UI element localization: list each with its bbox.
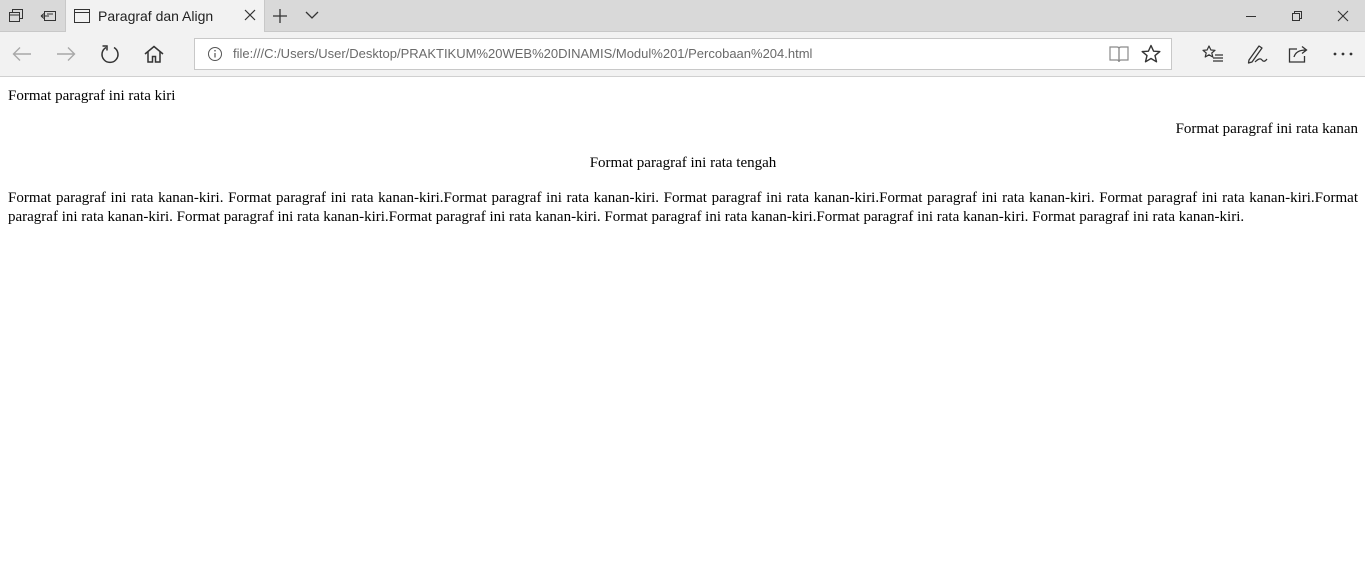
tab-list-icon <box>305 10 319 20</box>
back-icon <box>12 46 32 62</box>
paragraph-center-aligned: Format paragraf ini rata tengah <box>589 155 777 171</box>
minimize-icon <box>1245 10 1257 22</box>
set-aside-tabs-icon <box>40 9 56 23</box>
new-tab-button[interactable] <box>272 8 288 24</box>
more-icon <box>1333 52 1353 56</box>
address-bar[interactable]: file:///C:/Users/User/Desktop/PRAKTIKUM%… <box>194 38 1172 70</box>
paragraph-right-aligned: Format paragraf ini rata kanan <box>1175 121 1358 137</box>
info-icon[interactable] <box>207 46 223 62</box>
tab-title: Paragraf dan Align <box>98 8 214 24</box>
pen-icon <box>1246 44 1268 64</box>
refresh-icon <box>100 44 120 64</box>
minimize-button[interactable] <box>1228 0 1274 32</box>
tabs-overview-icon <box>9 9 23 23</box>
favorites-hub-button[interactable] <box>1191 32 1235 76</box>
share-button[interactable] <box>1277 32 1321 76</box>
home-button[interactable] <box>132 32 176 76</box>
tab-strip: Paragraf dan Align <box>0 0 1365 32</box>
paragraph-justified: Format paragraf ini rata kanan-kiri. For… <box>8 190 1358 225</box>
restore-icon <box>1291 10 1303 22</box>
paragraph-left-aligned: Format paragraf ini rata kiri <box>8 88 176 104</box>
new-tab-icon <box>272 8 288 24</box>
page-icon <box>74 9 90 23</box>
refresh-button[interactable] <box>88 32 132 76</box>
active-tab[interactable]: Paragraf dan Align <box>65 0 265 32</box>
notes-button[interactable] <box>1235 32 1279 76</box>
share-icon <box>1288 45 1310 63</box>
close-window-button[interactable] <box>1320 0 1365 32</box>
set-aside-tabs-button[interactable] <box>32 0 64 32</box>
url-text[interactable]: file:///C:/Users/User/Desktop/PRAKTIKUM%… <box>233 46 812 61</box>
close-window-icon <box>1337 10 1349 22</box>
forward-icon <box>56 46 76 62</box>
page-content: Format paragraf ini rata kiri Format par… <box>0 78 1365 583</box>
close-tab-button[interactable] <box>244 9 256 21</box>
reading-view-icon[interactable] <box>1109 45 1129 63</box>
browser-toolbar: file:///C:/Users/User/Desktop/PRAKTIKUM%… <box>0 32 1365 77</box>
home-icon <box>144 45 164 63</box>
close-tab-icon <box>244 9 256 21</box>
back-button[interactable] <box>0 32 44 76</box>
favorite-star-icon[interactable] <box>1141 44 1161 64</box>
tab-list-button[interactable] <box>305 10 319 20</box>
favorites-hub-icon <box>1202 45 1224 63</box>
tabs-overview-button[interactable] <box>0 0 32 32</box>
restore-button[interactable] <box>1274 0 1320 32</box>
forward-button[interactable] <box>44 32 88 76</box>
more-button[interactable] <box>1321 32 1365 76</box>
